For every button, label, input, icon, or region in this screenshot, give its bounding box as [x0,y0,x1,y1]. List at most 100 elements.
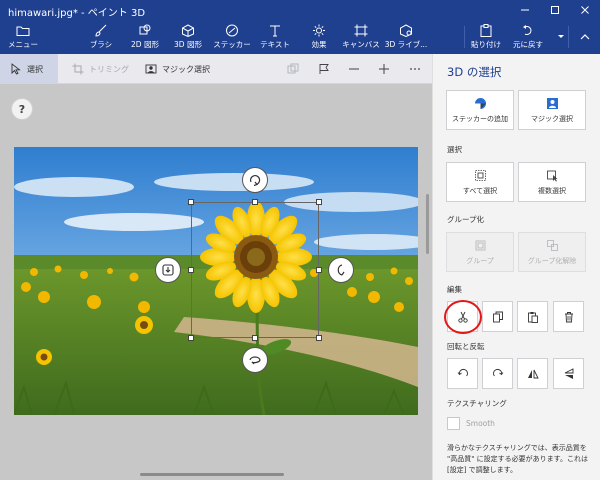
ribbon-divider [464,26,465,48]
flip-horizontal-button[interactable] [517,358,548,389]
plus-icon [379,64,389,74]
multi-select-icon [546,170,557,181]
sticker-icon [474,97,486,109]
flip-horizontal-icon [527,369,539,378]
add-sticker-button[interactable]: ステッカーの追加 [446,90,514,130]
section-texturing-label: テクスチャリング [447,399,507,408]
multi-select-button[interactable]: 複数選択 [518,162,586,202]
delete-button[interactable] [553,301,584,332]
title-bar: himawari.jpg* - ペイント 3D [0,0,600,20]
more-options-button[interactable] [401,54,429,84]
zoom-out-button[interactable] [340,54,368,84]
menu-button[interactable]: メニュー [8,20,38,54]
group-button[interactable]: グループ [446,232,514,272]
brush-icon [95,24,107,37]
library-icon [400,24,412,37]
cube-icon [182,24,194,37]
ungroup-button[interactable]: グループ化解除 [518,232,586,272]
z-depth-icon [162,264,174,276]
minimize-button[interactable] [510,0,540,20]
chevron-down-icon [558,34,564,38]
canvas-workspace[interactable]: ? [0,84,432,480]
crop-icon [72,63,84,75]
smooth-checkbox[interactable] [447,417,460,430]
rotate-right-button[interactable] [482,358,513,389]
resize-handle-top-right[interactable] [316,199,322,205]
cursor-icon [11,63,21,75]
effects-tool[interactable]: 効果 [304,20,334,54]
rotate-x-icon [249,356,261,365]
flip-vertical-icon [564,367,573,379]
highlight-circle-annotation [444,300,482,334]
resize-handle-bottom[interactable] [252,335,258,341]
copy-icon [492,311,503,322]
shapes-2d-tool[interactable]: 2D 図形 [127,20,163,54]
smooth-label: Smooth [466,419,495,428]
ribbon: メニュー ブラシ 2D 図形 3D 図形 ステッカー テキスト 効果 キャンバス… [0,20,600,54]
texturing-note: 滑らかなテクスチャリングでは、表示品質を "高品質" に設定する必要があります。… [447,444,588,474]
vertical-scrollbar[interactable] [426,194,429,254]
magic-select-button[interactable]: マジック選択 [518,90,586,130]
section-rotate-label: 回転と反転 [447,342,485,351]
brush-tool[interactable]: ブラシ [86,20,116,54]
magic-select-tool[interactable]: マジック選択 [145,54,210,84]
close-icon [581,6,589,14]
ungroup-icon [546,239,558,251]
stickers-tool[interactable]: ステッカー [213,20,251,54]
magic-select-icon [546,97,558,109]
text-icon [270,25,280,37]
trash-icon [564,311,573,322]
resize-handle-right[interactable] [316,267,322,273]
paste-panel-button[interactable] [517,301,548,332]
maximize-button[interactable] [540,0,570,20]
rotate-y-icon [337,264,345,276]
rotate-left-button[interactable] [447,358,478,389]
resize-handle-bottom-right[interactable] [316,335,322,341]
chevron-up-icon [580,33,590,39]
more-dropdown[interactable] [554,20,568,54]
3d-library-tool[interactable]: 3D ライブ... [385,20,427,54]
canvas-icon [354,24,368,37]
paste-button[interactable]: 貼り付け [470,20,502,54]
resize-handle-top[interactable] [252,199,258,205]
copy-button[interactable] [482,301,513,332]
resize-handle-bottom-left[interactable] [188,335,194,341]
close-button[interactable] [570,0,600,20]
resize-handle-left[interactable] [188,267,194,273]
select-all-button[interactable]: すべて選択 [446,162,514,202]
minus-icon [349,68,359,70]
zoom-in-button[interactable] [370,54,398,84]
canvas-tool[interactable]: キャンバス [342,20,380,54]
select-tool[interactable]: 選択 [0,54,58,84]
rotate-x-button[interactable] [242,347,268,373]
rotate-right-icon [492,368,503,376]
crop-tool[interactable]: トリミング [72,54,129,84]
text-tool[interactable]: テキスト [258,20,292,54]
selection-bounding-box[interactable] [191,202,319,338]
layers-icon [287,63,299,74]
push-to-back-button[interactable] [155,257,181,283]
resize-handle-top-left[interactable] [188,199,194,205]
rotate-icon [249,175,261,187]
undo-button[interactable]: 元に戻す [510,20,546,54]
flip-vertical-button[interactable] [553,358,584,389]
flag-icon [319,64,329,74]
section-select-label: 選択 [447,145,462,154]
copy-to-layer-button[interactable] [279,54,307,84]
ribbon-divider [568,26,569,48]
horizontal-scrollbar[interactable] [140,473,284,476]
panel-title: 3D の選択 [447,65,502,79]
group-icon [475,240,485,250]
help-button[interactable]: ? [11,98,33,120]
paste-icon [527,311,538,323]
paste-icon [480,24,492,37]
collapse-ribbon-button[interactable] [576,20,594,54]
rotate-z-button[interactable] [242,167,268,193]
selection-toolbar: 選択 トリミング マジック選択 [0,54,432,84]
rotate-left-icon [457,368,468,376]
shapes-3d-tool[interactable]: 3D 図形 [170,20,206,54]
make-sticker-button[interactable] [310,54,338,84]
section-edit-label: 編集 [447,285,462,294]
rotate-y-button[interactable] [328,257,354,283]
more-icon [410,68,420,70]
